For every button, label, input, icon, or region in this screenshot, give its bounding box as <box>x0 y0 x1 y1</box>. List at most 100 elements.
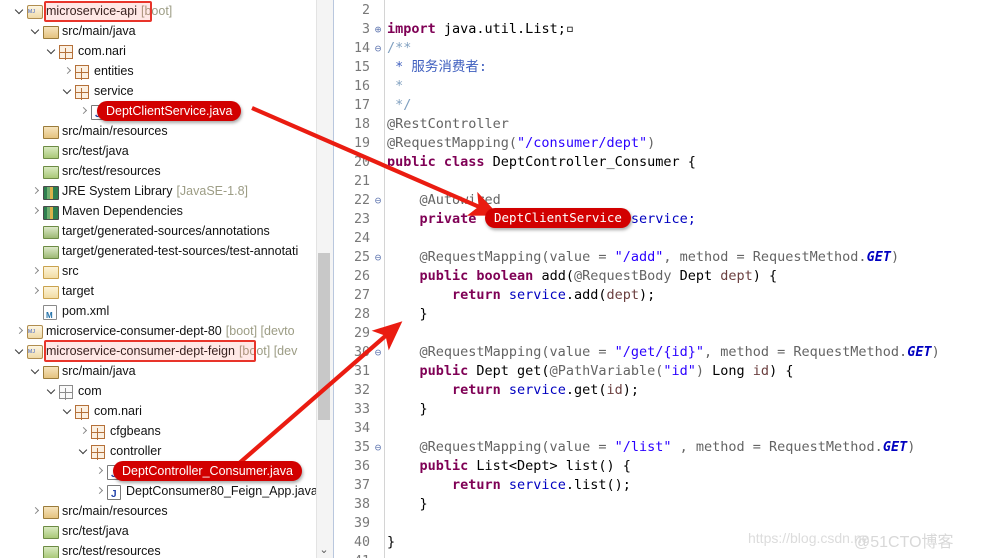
code-line-35[interactable]: 35 ⊖ @RequestMapping(value = "/list" , me… <box>334 438 1008 457</box>
tree-item-com-nari[interactable]: com.nari <box>61 401 142 421</box>
fold-collapse-icon[interactable]: ⊖ <box>372 343 384 362</box>
code-line-30[interactable]: 30 ⊖ @RequestMapping(value = "/get/{id}",… <box>334 343 1008 362</box>
code-line-36[interactable]: 36 public List<Dept> list() { <box>334 457 1008 476</box>
code-line-17[interactable]: 17 */ <box>334 96 1008 115</box>
tree-item-src-test-java[interactable]: src/test/java <box>29 521 129 541</box>
chevron-down-icon[interactable] <box>61 401 74 421</box>
code-line-32[interactable]: 32 return service.get(id); <box>334 381 1008 400</box>
tree-vertical-scrollbar-thumb[interactable] <box>318 253 330 420</box>
pill-dept-client-service-tree: DeptClientService.java <box>97 101 242 121</box>
code-line-20[interactable]: 20 public class DeptController_Consumer { <box>334 153 1008 172</box>
tree-item-src-test-resources[interactable]: src/test/resources <box>29 541 161 558</box>
chevron-right-icon[interactable] <box>77 421 90 441</box>
scroll-down-icon[interactable]: ⌄ <box>316 540 332 558</box>
chevron-right-icon[interactable] <box>29 281 42 301</box>
chevron-right-icon[interactable] <box>29 181 42 201</box>
chevron-right-icon[interactable] <box>29 501 42 521</box>
code-line-15[interactable]: 15 * 服务消费者: <box>334 58 1008 77</box>
code-line-41[interactable]: 41 <box>334 552 1008 558</box>
chevron-right-icon[interactable] <box>77 101 90 121</box>
package-icon-glyph <box>75 65 89 80</box>
fold-collapse-icon[interactable]: ⊖ <box>372 191 384 210</box>
source-folder-green-icon-glyph <box>43 546 59 558</box>
code-line-2[interactable]: 2 <box>334 1 1008 20</box>
watermark: https://blog.csdn.ne @51CTO博客 <box>748 528 1004 552</box>
code-line-18[interactable]: 18 @RestController <box>334 115 1008 134</box>
tree-item-src-main-java[interactable]: src/main/java <box>29 361 136 381</box>
tree-item-controller[interactable]: controller <box>77 441 161 461</box>
tree-item-src-main-java[interactable]: src/main/java <box>29 21 136 41</box>
tree-item-com[interactable]: com <box>45 381 102 401</box>
code-line-16[interactable]: 16 * <box>334 77 1008 96</box>
chevron-down-icon[interactable] <box>61 81 74 101</box>
code-text: } <box>387 400 428 419</box>
chevron-right-icon[interactable] <box>29 261 42 281</box>
tree-item-maven-dependencies[interactable]: Maven Dependencies <box>29 201 183 221</box>
watermark-url: https://blog.csdn.ne <box>748 530 870 546</box>
tree-item-microservice-api[interactable]: microservice-api [boot] <box>13 1 172 22</box>
chevron-right-icon[interactable] <box>61 61 74 81</box>
code-line-19[interactable]: 19 @RequestMapping("/consumer/dept") <box>334 134 1008 153</box>
tree-item-src-test-resources[interactable]: src/test/resources <box>29 161 161 181</box>
chevron-down-icon[interactable] <box>29 21 42 41</box>
tree-item-cfgbeans[interactable]: cfgbeans <box>77 421 161 441</box>
tree-item-deptconsumer80-feign-app-java[interactable]: DeptConsumer80_Feign_App.java <box>93 481 316 505</box>
source-folder-green-icon <box>42 163 59 179</box>
chevron-down-icon[interactable] <box>13 1 26 21</box>
code-line-28[interactable]: 28 } <box>334 305 1008 324</box>
tree-item-src-main-resources[interactable]: src/main/resources <box>29 121 168 141</box>
java-editor[interactable]: 2 3 ⊕ import java.util.List;▫ 14 ⊖/** 15 * 服务消… <box>333 0 1008 558</box>
line-number: 25 <box>353 250 370 265</box>
code-token: import <box>387 21 436 37</box>
code-token: * <box>387 78 404 94</box>
chevron-down-icon[interactable] <box>13 341 26 361</box>
code-line-21[interactable]: 21 <box>334 172 1008 191</box>
chevron-right-icon[interactable] <box>93 481 106 501</box>
code-line-26[interactable]: 26 public boolean add(@RequestBody Dept … <box>334 267 1008 286</box>
fold-collapse-icon[interactable]: ⊖ <box>372 438 384 457</box>
code-line-25[interactable]: 25 ⊖ @RequestMapping(value = "/add", meth… <box>334 248 1008 267</box>
chevron-right-icon[interactable] <box>29 201 42 221</box>
tree-item-target-generated-test-sources-test-annotati[interactable]: target/generated-test-sources/test-annot… <box>29 241 298 261</box>
tree-item-com-nari[interactable]: com.nari <box>45 41 126 61</box>
code-line-23[interactable]: 23 private DeptClientService service; <box>334 210 1008 229</box>
tree-item-src[interactable]: src <box>29 261 79 281</box>
code-line-34[interactable]: 34 <box>334 419 1008 438</box>
tree-item-src-test-java[interactable]: src/test/java <box>29 141 129 161</box>
tree-item-pom-xml[interactable]: pom.xml <box>29 301 109 326</box>
code-token: dept <box>606 287 639 303</box>
code-line-38[interactable]: 38 } <box>334 495 1008 514</box>
fold-expand-icon[interactable]: ⊕ <box>372 20 384 39</box>
tree-item-target-generated-sources-annotations[interactable]: target/generated-sources/annotations <box>29 221 270 241</box>
tree-item-entities[interactable]: entities <box>61 61 134 81</box>
code-line-37[interactable]: 37 return service.list(); <box>334 476 1008 495</box>
chevron-right-icon[interactable] <box>13 321 26 341</box>
code-token: dept <box>720 268 753 284</box>
fold-collapse-icon[interactable]: ⊖ <box>372 248 384 267</box>
chevron-down-icon[interactable] <box>77 441 90 461</box>
code-line-29[interactable]: 29 <box>334 324 1008 343</box>
code-line-27[interactable]: 27 return service.add(dept); <box>334 286 1008 305</box>
tree-item-microservice-consumer-dept-80[interactable]: microservice-consumer-dept-80[boot] [dev… <box>13 321 295 342</box>
tree-item-service[interactable]: service <box>61 81 134 101</box>
chevron-down-icon[interactable] <box>45 381 58 401</box>
editor-code-area[interactable]: 2 3 ⊕ import java.util.List;▫ 14 ⊖/** 15 * 服务消… <box>334 0 1008 558</box>
source-folder-icon <box>42 503 59 519</box>
fold-collapse-icon[interactable]: ⊖ <box>372 39 384 58</box>
code-line-3[interactable]: 3 ⊕ import java.util.List;▫ <box>334 20 1008 39</box>
tree-item-microservice-consumer-dept-feign[interactable]: microservice-consumer-dept-feign[boot] [… <box>13 341 297 362</box>
code-line-33[interactable]: 33 } <box>334 400 1008 419</box>
tree-item-target[interactable]: target <box>29 281 94 301</box>
tree-item-src-main-resources[interactable]: src/main/resources <box>29 501 168 521</box>
chevron-down-icon[interactable] <box>45 41 58 61</box>
code-line-22[interactable]: 22 ⊖ @Autowired <box>334 191 1008 210</box>
chevron-right-icon[interactable] <box>93 461 106 481</box>
tree-item-jre-system-library[interactable]: JRE System Library [JavaSE-1.8] <box>29 181 248 201</box>
package-icon-glyph <box>75 85 89 100</box>
code-line-14[interactable]: 14 ⊖/** <box>334 39 1008 58</box>
code-line-31[interactable]: 31 public Dept get(@PathVariable("id") L… <box>334 362 1008 381</box>
code-token: @RestController <box>387 116 509 132</box>
chevron-down-icon[interactable] <box>29 361 42 381</box>
code-line-24[interactable]: 24 <box>334 229 1008 248</box>
